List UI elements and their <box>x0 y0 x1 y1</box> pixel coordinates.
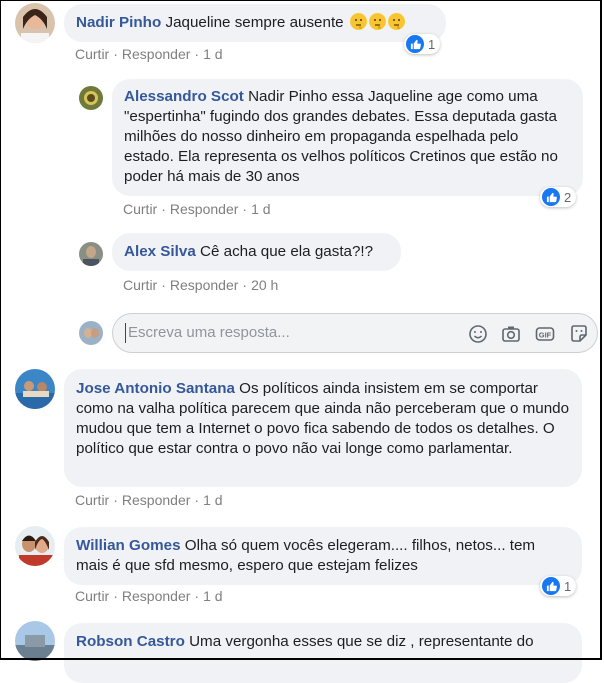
comment-bubble: Robson Castro Uma vergonha esses que se … <box>64 623 582 683</box>
like-button[interactable]: Curtir <box>75 492 109 508</box>
timestamp[interactable]: 1 d <box>203 46 222 62</box>
reply-button[interactable]: Responder <box>122 46 191 62</box>
reply-input[interactable]: Escreva uma resposta... GIF <box>112 313 598 353</box>
svg-text:GIF: GIF <box>539 331 552 340</box>
comment-bubble: Alex Silva Cê acha que ela gasta?!? <box>112 233 401 271</box>
timestamp[interactable]: 20 h <box>251 277 278 293</box>
timestamp[interactable]: 1 d <box>203 492 222 508</box>
comment-actions: Curtir · Responder · 1 d <box>75 588 223 604</box>
comment-bubble: Jose Antonio Santana Os políticos ainda … <box>64 369 582 487</box>
reply-button[interactable]: Responder <box>170 277 239 293</box>
like-button[interactable]: Curtir <box>123 201 157 217</box>
sticker-icon[interactable] <box>568 323 590 345</box>
avatar[interactable] <box>79 242 103 266</box>
comment-author[interactable]: Jose Antonio Santana <box>76 380 235 397</box>
thinking-emoji-icon <box>349 13 367 30</box>
avatar[interactable] <box>15 621 55 661</box>
avatar[interactable] <box>15 3 55 43</box>
comment-bubble: Nadir Pinho Jaqueline sempre ausente <box>64 4 446 42</box>
reaction-count[interactable]: 1 <box>404 34 441 54</box>
camera-icon[interactable] <box>500 323 522 345</box>
reaction-count[interactable]: 1 <box>540 576 577 596</box>
timestamp[interactable]: 1 d <box>203 588 222 604</box>
text-cursor <box>125 323 126 343</box>
thinking-emoji-icon <box>387 13 405 30</box>
reply-button[interactable]: Responder <box>122 492 191 508</box>
comment-author[interactable]: Willian Gomes <box>76 537 181 554</box>
reply-placeholder: Escreva uma resposta... <box>128 324 290 341</box>
comment-actions: Curtir · Responder · 20 h <box>123 277 279 293</box>
like-button[interactable]: Curtir <box>75 46 109 62</box>
reply-button[interactable]: Responder <box>170 201 239 217</box>
timestamp[interactable]: 1 d <box>251 201 270 217</box>
avatar[interactable] <box>15 526 55 566</box>
comment-author[interactable]: Robson Castro <box>76 633 185 650</box>
reaction-count[interactable]: 2 <box>540 187 577 207</box>
emoji-icon[interactable] <box>467 323 489 345</box>
comment-bubble: Alessandro Scot Nadir Pinho essa Jaqueli… <box>112 79 583 196</box>
comment-text: Uma vergonha esses que se diz , represen… <box>189 633 534 650</box>
like-button[interactable]: Curtir <box>123 277 157 293</box>
avatar[interactable] <box>15 369 55 409</box>
comment-bubble: Willian Gomes Olha só quem vocês elegera… <box>64 527 582 585</box>
comment-text: Cê acha que ela gasta?!? <box>200 243 374 260</box>
comment-actions: Curtir · Responder · 1 d <box>123 201 271 217</box>
reply-button[interactable]: Responder <box>122 588 191 604</box>
gif-icon[interactable]: GIF <box>534 323 556 345</box>
current-user-avatar <box>79 321 103 345</box>
comment-author[interactable]: Alessandro Scot <box>124 88 244 105</box>
like-icon <box>542 577 560 595</box>
like-icon <box>542 188 560 206</box>
avatar[interactable] <box>79 86 103 110</box>
comment-actions: Curtir · Responder · 1 d <box>75 492 223 508</box>
thinking-emoji-icon <box>368 13 386 30</box>
comment-text: Jaqueline sempre ausente <box>165 14 344 31</box>
like-icon <box>406 35 424 53</box>
like-button[interactable]: Curtir <box>75 588 109 604</box>
comment-author[interactable]: Alex Silva <box>124 243 196 260</box>
comment-actions: Curtir · Responder · 1 d <box>75 46 223 62</box>
comment-author[interactable]: Nadir Pinho <box>76 14 161 31</box>
